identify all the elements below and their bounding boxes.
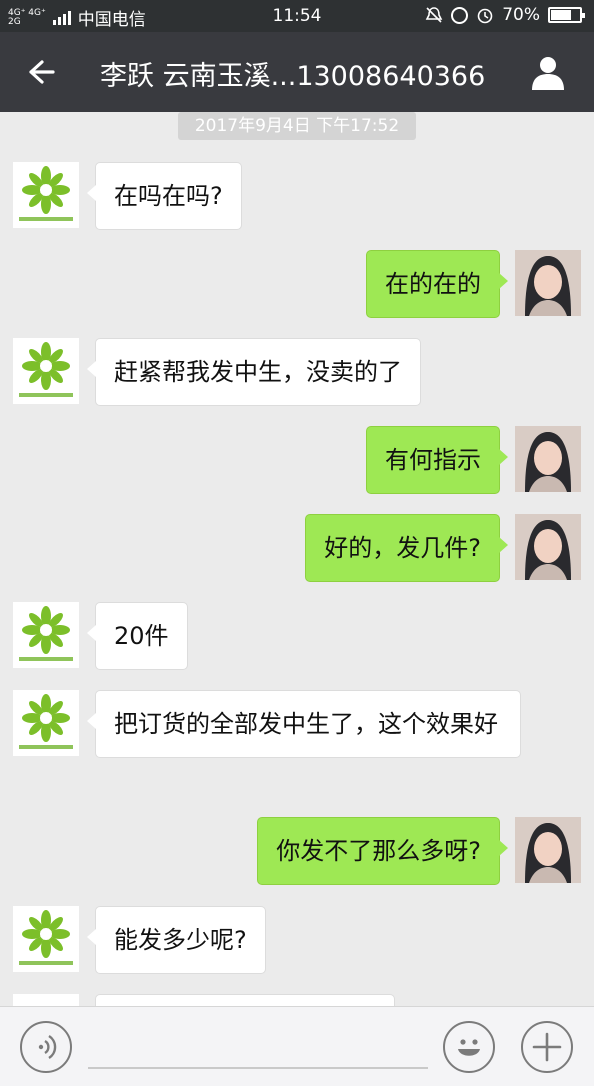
message-bubble-partial[interactable] (95, 994, 395, 1006)
user-photo (515, 514, 581, 580)
message-bubble[interactable]: 有何指示 (366, 426, 508, 494)
message-input[interactable] (88, 1067, 428, 1069)
message-bubble[interactable]: 在吗在吗? (87, 162, 242, 230)
message-list[interactable]: 2017年9月4日 下午17:52 在吗在吗? 在的在的 赶紧帮我发中生，没卖的… (0, 112, 594, 1006)
contact-avatar[interactable] (13, 338, 79, 404)
user-avatar[interactable] (515, 250, 581, 316)
input-bar (0, 1006, 594, 1086)
contact-avatar[interactable] (13, 690, 79, 756)
contact-avatar[interactable] (13, 162, 79, 228)
contact-avatar[interactable] (13, 906, 79, 972)
flower-logo-icon (19, 166, 73, 221)
status-bar: 4G⁺ 4G⁺ 2G 中国电信 11:54 70% (0, 0, 594, 32)
user-avatar[interactable] (515, 426, 581, 492)
user-photo (515, 250, 581, 316)
message-bubble[interactable]: 20件 (87, 602, 188, 670)
message-bubble[interactable]: 能发多少呢? (87, 906, 266, 974)
battery-percent: 70% (502, 5, 540, 25)
flower-logo-icon (19, 342, 73, 397)
user-photo (515, 817, 581, 883)
message-bubble[interactable]: 你发不了那么多呀? (257, 817, 508, 885)
flower-logo-icon (19, 606, 73, 661)
vpn-icon (451, 6, 469, 24)
emoji-button[interactable] (443, 1021, 495, 1073)
flower-logo-icon (19, 694, 73, 749)
silent-bell-icon (425, 7, 443, 23)
message-bubble[interactable]: 把订货的全部发中生了，这个效果好 (87, 690, 521, 758)
flower-logo-icon (19, 910, 73, 965)
chat-header: 李跃 云南玉溪...13008640366 (0, 32, 594, 112)
voice-button[interactable] (20, 1021, 72, 1073)
user-avatar[interactable] (515, 514, 581, 580)
plus-icon (532, 1032, 562, 1062)
arrow-left-icon[interactable] (22, 54, 58, 90)
person-icon[interactable] (528, 52, 568, 92)
message-bubble[interactable]: 在的在的 (366, 250, 508, 318)
contact-avatar[interactable] (13, 994, 79, 1006)
user-avatar[interactable] (515, 817, 581, 883)
voice-icon (38, 1034, 57, 1060)
status-right: 70% (425, 5, 585, 25)
user-photo (515, 426, 581, 492)
chat-timestamp: 2017年9月4日 下午17:52 (178, 112, 416, 140)
message-bubble[interactable]: 赶紧帮我发中生，没卖的了 (87, 338, 421, 406)
message-bubble[interactable]: 好的，发几件? (305, 514, 508, 582)
plus-button[interactable] (521, 1021, 573, 1073)
emoji-icon (458, 1039, 480, 1056)
chat-title: 李跃 云南玉溪...13008640366 (100, 61, 486, 92)
alarm-icon (477, 8, 493, 24)
contact-avatar[interactable] (13, 602, 79, 668)
battery-icon (548, 7, 585, 23)
battery-fill (551, 10, 571, 20)
